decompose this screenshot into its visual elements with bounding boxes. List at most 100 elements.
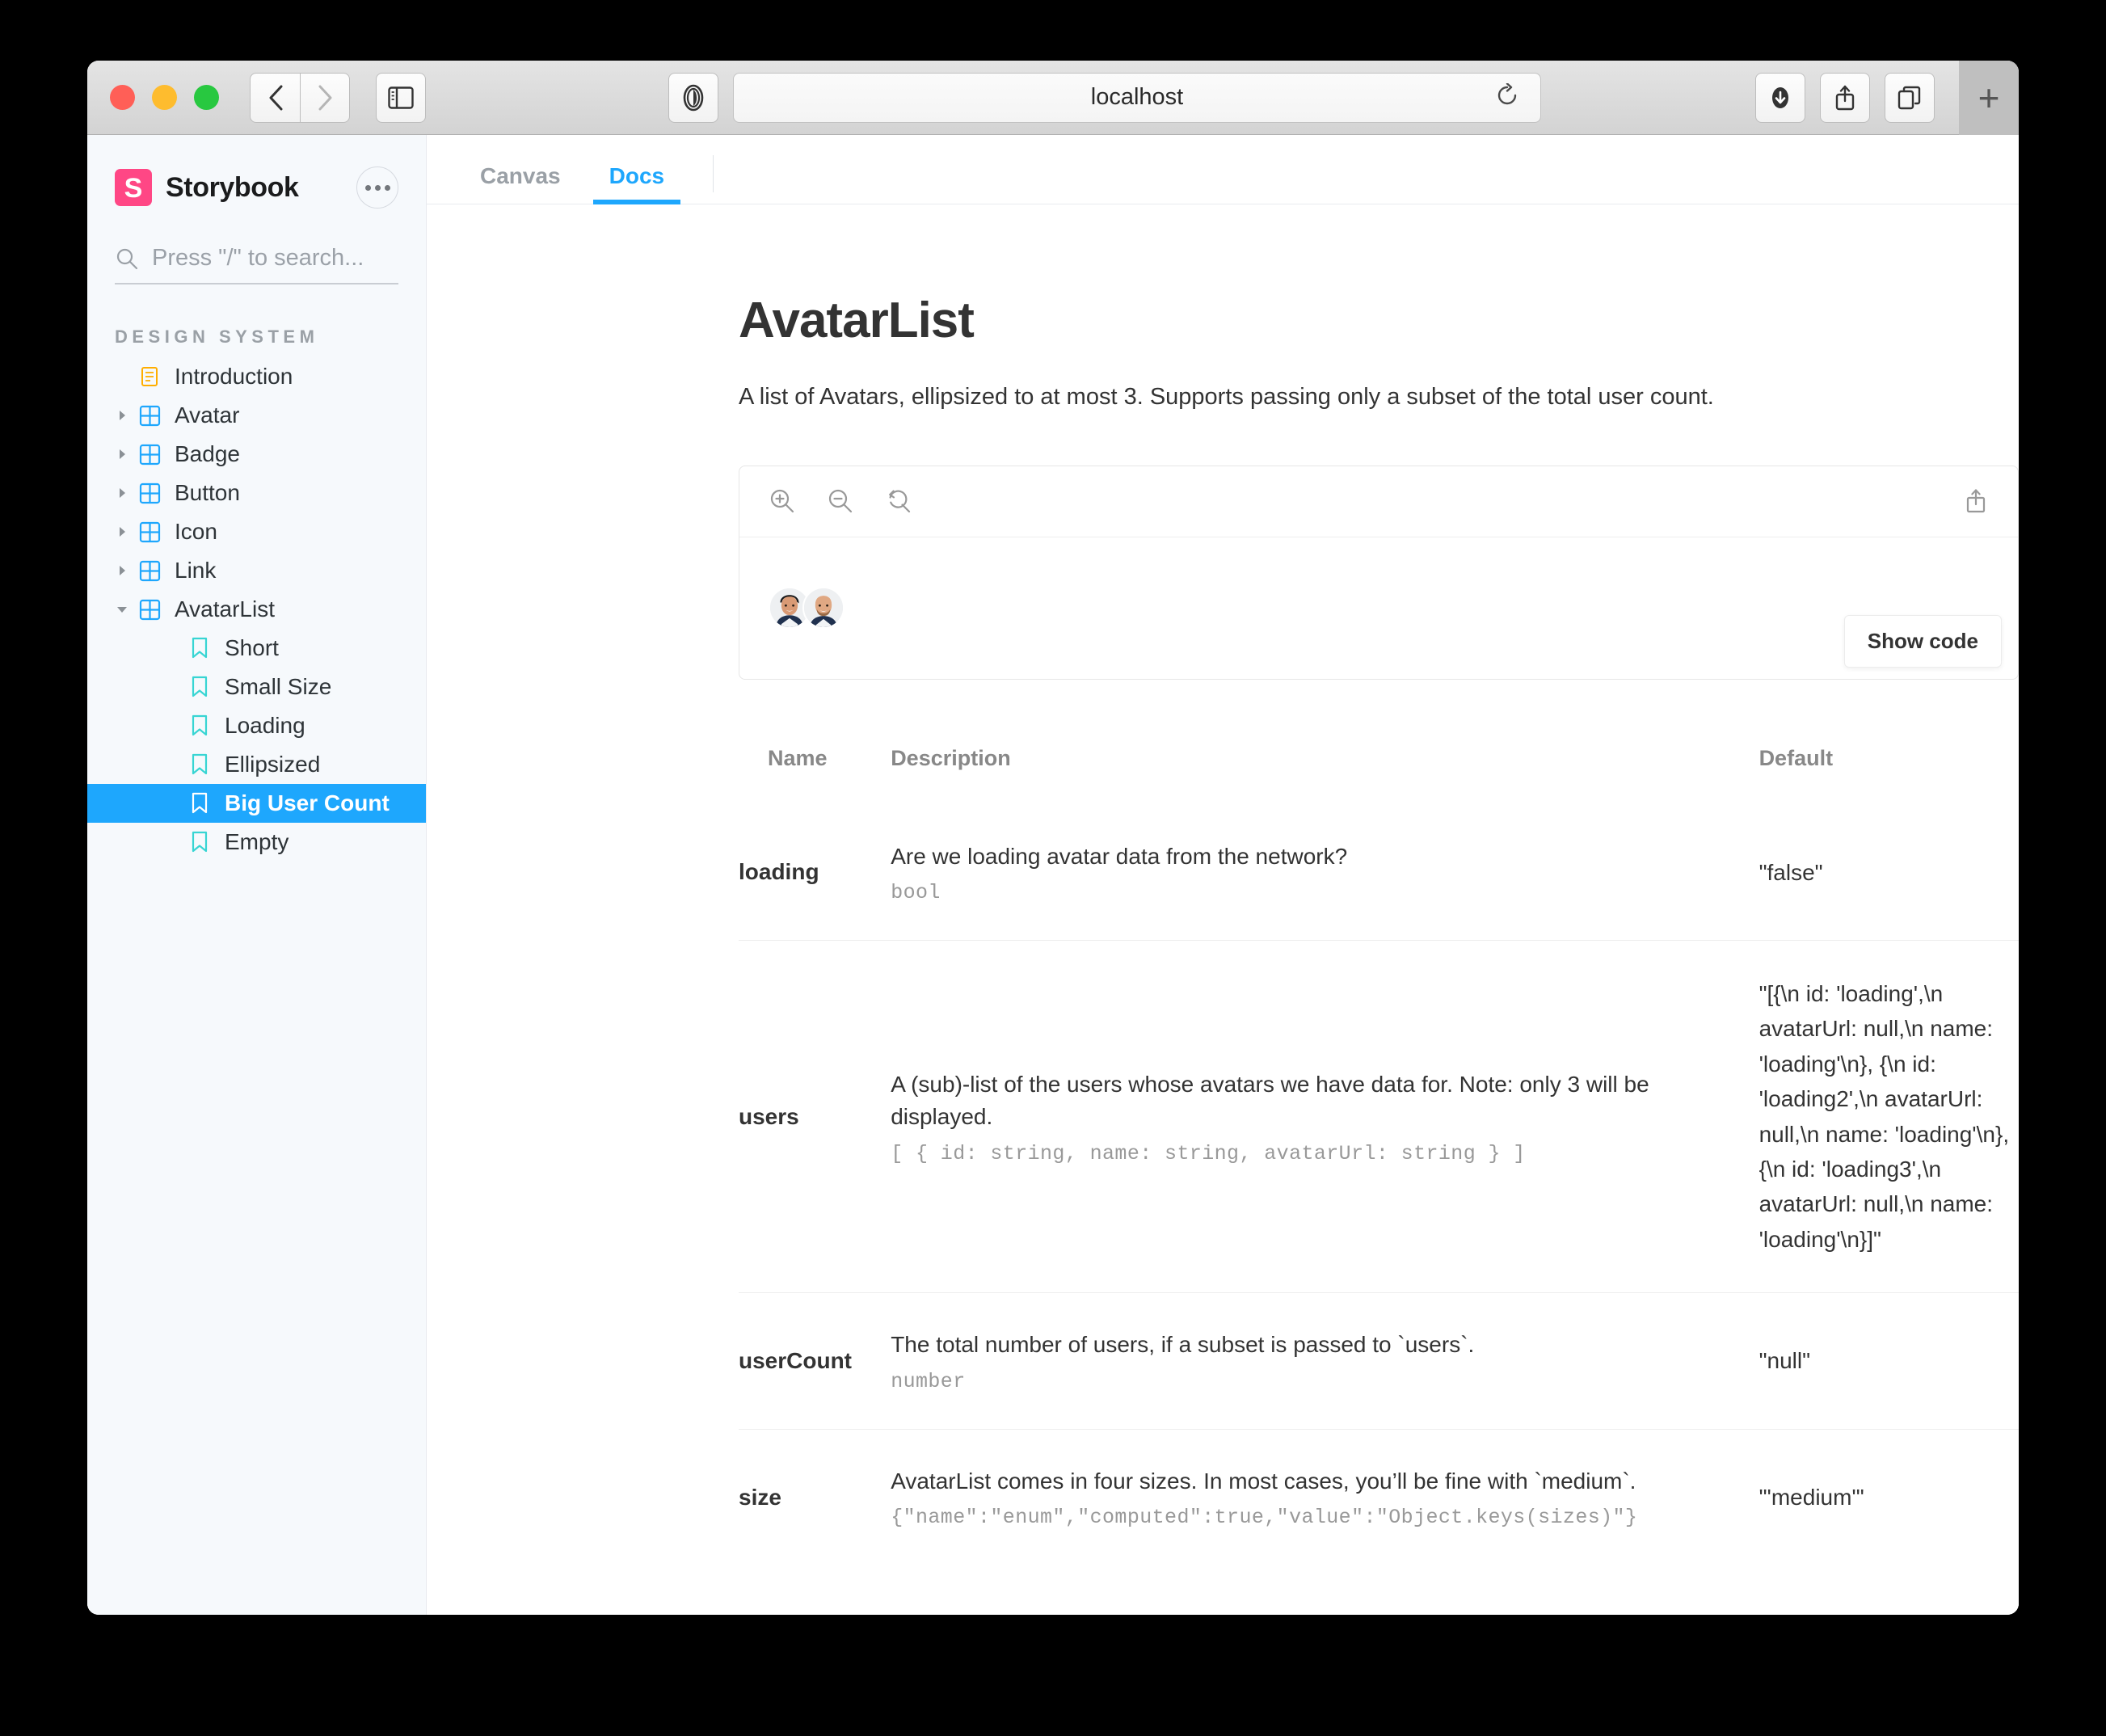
component-icon [136,482,163,504]
tab-overview-button[interactable] [1885,72,1935,123]
prop-name: size [739,1428,891,1565]
reload-button[interactable] [1495,82,1519,112]
sidebar-item-label: Icon [175,519,217,544]
component-icon [139,560,160,581]
reload-icon [1497,82,1517,105]
storybook-logo-icon: S [115,169,152,206]
search-input[interactable]: Press "/" to search... [115,245,398,284]
avatar [802,587,845,629]
column-header-default: Default [1759,745,1834,770]
component-icon [139,444,160,465]
prop-type: [ { id: string, name: string, avatarUrl:… [891,1141,1526,1165]
story-icon [186,676,213,698]
prop-default: "'medium'" [1759,1428,2019,1565]
chevron-right-icon[interactable] [115,525,136,539]
ellipsis-dot [374,184,381,191]
chevron-right-icon[interactable] [115,408,136,423]
sidebar-item-label: Introduction [175,364,293,389]
new-tab-label: + [1978,76,2000,119]
chevron-right-icon [318,85,332,110]
component-icon [136,560,163,582]
logo-letter: S [124,173,143,204]
share-button[interactable] [1820,72,1870,123]
downloads-button[interactable] [1755,72,1805,123]
address-bar-area: localhost [668,72,1541,123]
chevron-down-icon[interactable] [115,602,136,617]
prop-type: {"name":"enum","computed":true,"value":"… [891,1506,1638,1530]
close-window-button[interactable] [110,85,135,110]
sidebar-item-badge[interactable]: Badge [87,435,426,474]
page-title: AvatarList [739,293,975,348]
window-controls [110,85,219,110]
sidebar-item-loading[interactable]: Loading [87,706,426,745]
sidebar-item-button[interactable]: Button [87,474,426,512]
document-icon [141,367,158,386]
table-row: users A (sub)-list of the users whose ava… [739,940,2019,1293]
document-icon [136,366,163,387]
forward-button[interactable] [300,72,350,123]
props-table-header-row: Name Description Default [739,746,2019,805]
chevron-right-icon[interactable] [115,486,136,500]
storybook-app: S Storybook Press "/" to search... DESIG… [87,135,2019,1615]
back-button[interactable] [250,72,300,123]
address-bar[interactable]: localhost [733,72,1541,123]
sidebar-item-small-size[interactable]: Small Size [87,668,426,706]
zoom-in-button[interactable] [769,487,796,515]
sidebar-item-icon[interactable]: Icon [87,512,426,551]
maximize-window-button[interactable] [194,85,219,110]
sidebar-item-label: Short [225,635,279,660]
sidebar-item-label: Big User Count [225,790,390,815]
column-header-name: Name [768,745,828,770]
zoom-out-icon [828,489,853,513]
story-icon [186,637,213,659]
sidebar-item-label: Small Size [225,674,332,699]
zoom-out-button[interactable] [827,487,854,515]
privacy-report-button[interactable] [668,72,718,123]
story-icon [186,792,213,815]
tab-docs[interactable]: Docs [585,163,689,204]
sidebar-item-empty[interactable]: Empty [87,823,426,862]
sidebar-item-big-user-count[interactable]: Big User Count [87,784,426,823]
chevron-right-icon[interactable] [115,563,136,578]
address-bar-url: localhost [1090,84,1184,110]
chevron-right-icon[interactable] [115,447,136,461]
show-code-button[interactable]: Show code [1843,614,2002,668]
story-icon [192,637,208,659]
browser-toolbar: localhost + [87,61,2019,135]
sidebar-item-ellipsized[interactable]: Ellipsized [87,745,426,784]
sidebar-item-label: Link [175,558,217,583]
zoom-reset-button[interactable] [885,487,912,515]
story-icon [192,831,208,853]
component-icon [136,521,163,543]
open-in-new-tab-button[interactable] [1963,487,1989,515]
download-icon [1772,86,1788,108]
sidebar-item-avatar[interactable]: Avatar [87,396,426,435]
sidebar-item-short[interactable]: Short [87,629,426,668]
prop-type: bool [891,881,941,905]
sidebar-toggle-button[interactable] [376,72,426,123]
component-icon [139,521,160,542]
sidebar-item-avatarlist[interactable]: AvatarList [87,590,426,629]
sidebar: S Storybook Press "/" to search... DESIG… [87,135,427,1615]
share-icon [1835,85,1855,110]
story-icon [186,714,213,737]
sidebar-icon [388,86,414,109]
sidebar-tree: Introduction Avatar Badge Button Icon Link Ava… [87,357,426,862]
prop-description-cell: AvatarList comes in four sizes. In most … [891,1428,1759,1565]
prop-description-cell: The total number of users, if a subset i… [891,1292,1759,1430]
page-description: A list of Avatars, ellipsized to at most… [739,384,1714,410]
toolbar-right-buttons: + [1755,61,2019,135]
tab-canvas[interactable]: Canvas [456,163,585,204]
component-icon [139,599,160,620]
story-icon [192,753,208,775]
sidebar-item-link[interactable]: Link [87,551,426,590]
tabs-icon [1898,86,1921,109]
tab-bar: Canvas Docs [427,135,2019,204]
minimize-window-button[interactable] [152,85,177,110]
new-tab-button[interactable]: + [1959,61,2019,135]
story-icon [186,831,213,853]
sidebar-menu-button[interactable] [356,166,398,209]
prop-default: "null" [1759,1292,2019,1430]
share-icon [1966,489,1986,513]
sidebar-item-introduction[interactable]: Introduction [87,357,426,396]
